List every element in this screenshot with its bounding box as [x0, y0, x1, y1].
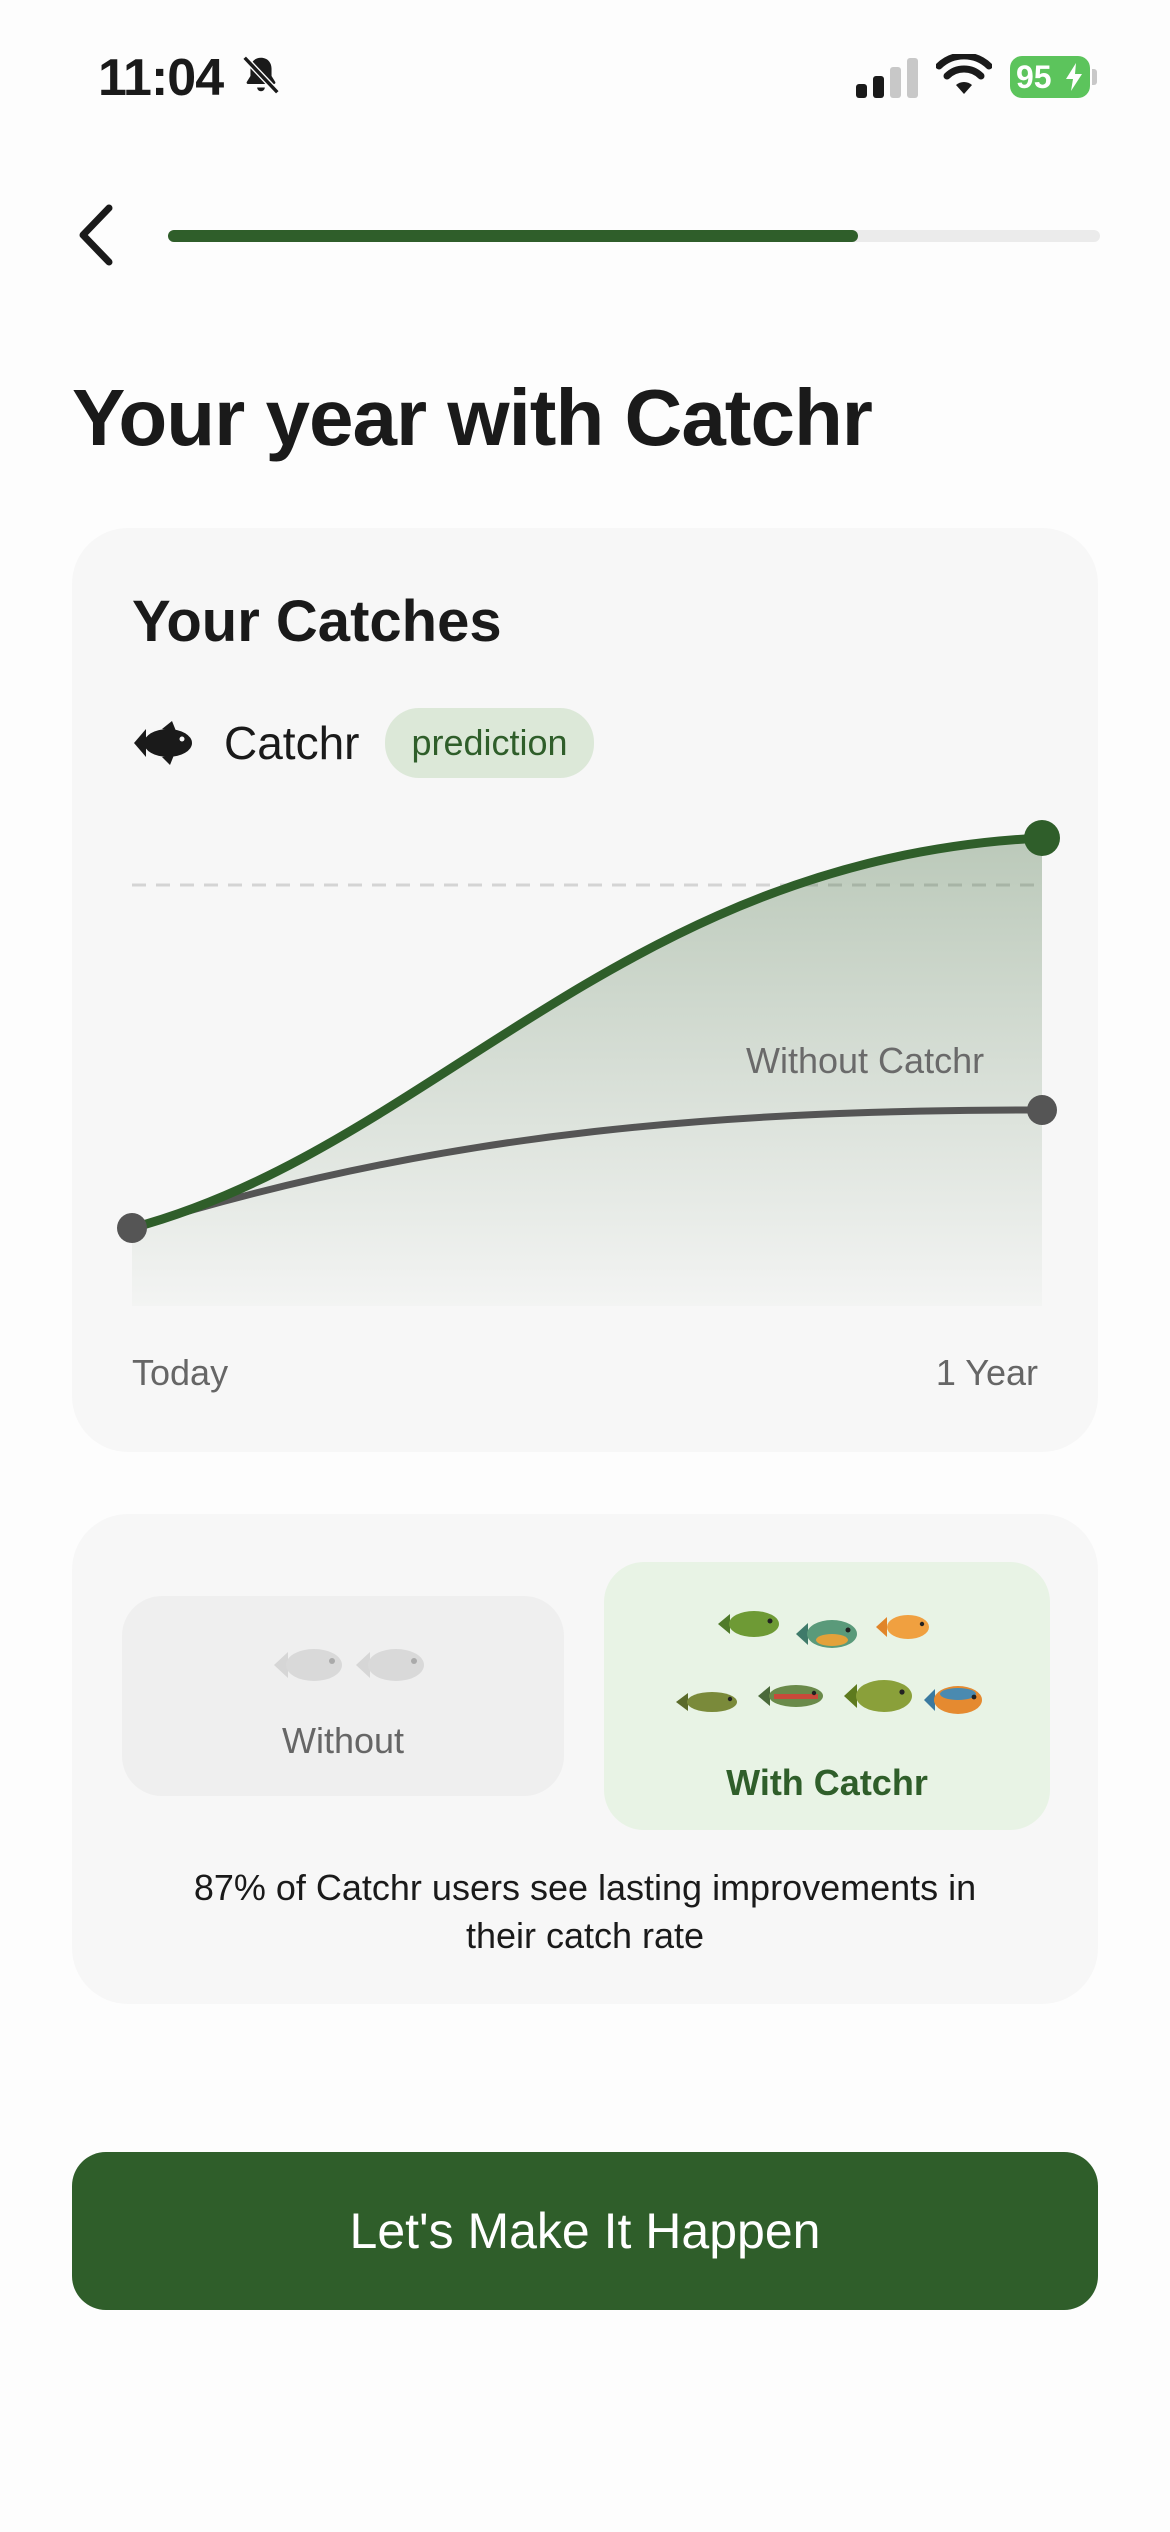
- with-catchr-label: With Catchr: [726, 1762, 928, 1803]
- status-bar: 11:04 95: [0, 0, 1170, 150]
- fish-icon: [676, 1692, 737, 1712]
- bolt-icon: [1066, 63, 1082, 91]
- without-panel: Without: [122, 1596, 564, 1796]
- fish-icon: [356, 1649, 424, 1681]
- series-point-start: [117, 1213, 147, 1243]
- stat-line-2: their catch rate: [465, 1915, 705, 1956]
- progress-fill: [168, 230, 858, 242]
- battery-cap: [1092, 69, 1097, 85]
- series-point-catchr-end: [1024, 820, 1060, 856]
- x-axis-end-label: 1 Year: [935, 1352, 1038, 1393]
- x-axis-start-label: Today: [132, 1352, 229, 1393]
- wifi-icon: [936, 54, 992, 94]
- battery-icon: 95: [1010, 56, 1090, 98]
- back-button[interactable]: [60, 200, 130, 270]
- signal-icon: [856, 58, 918, 98]
- fish-icon: [796, 1620, 857, 1648]
- compare-card: Without With Catchr 87% of Catchr users …: [72, 1514, 1098, 2004]
- stat-text: 87% of Catchr users see lasting improvem…: [132, 1864, 1038, 1960]
- status-time: 11:04: [98, 49, 224, 107]
- progress-bar: [168, 230, 1100, 242]
- stat-line-1: 87% of Catchr users see lasting improvem…: [193, 1867, 977, 1908]
- fish-icon: [924, 1686, 982, 1714]
- fish-icon: [718, 1611, 779, 1637]
- cta-button[interactable]: Let's Make It Happen: [72, 2152, 1098, 2310]
- fish-icon: [274, 1649, 342, 1681]
- fish-icon: [758, 1685, 823, 1707]
- bell-slash-icon: [242, 55, 280, 95]
- chart-card: Your Catches Catchr prediction Without C…: [72, 528, 1098, 1452]
- chart-plot: [117, 820, 1060, 1306]
- series-label-without: Without Catchr: [746, 1040, 985, 1081]
- without-label: Without: [281, 1720, 405, 1761]
- with-catchr-panel: With Catchr: [604, 1562, 1050, 1830]
- chevron-left-icon: [79, 204, 113, 266]
- battery-level: 95: [1016, 58, 1052, 95]
- page-title: Your year with Catchr: [72, 373, 873, 462]
- series-point-without-end: [1027, 1095, 1057, 1125]
- fish-icon: [876, 1615, 929, 1639]
- fish-icon: [844, 1680, 912, 1712]
